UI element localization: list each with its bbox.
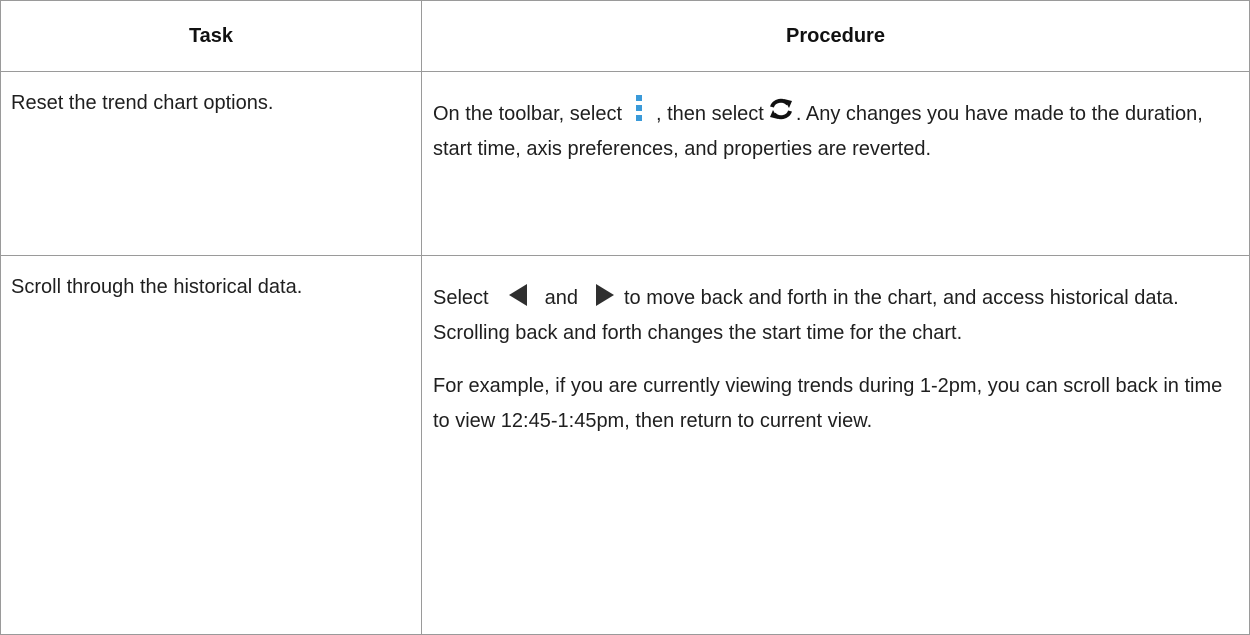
arrow-left-icon bbox=[507, 283, 529, 307]
procedure-paragraph: Select and to move back and forth in the c… bbox=[433, 281, 1239, 351]
arrow-right-icon bbox=[594, 283, 616, 307]
refresh-icon bbox=[768, 97, 794, 121]
table-row: Scroll through the historical data. Sele… bbox=[0, 255, 1250, 635]
task-cell: Reset the trend chart options. bbox=[0, 71, 422, 256]
procedure-paragraph-example: For example, if you are currently viewin… bbox=[433, 375, 1223, 432]
more-vertical-icon bbox=[632, 94, 646, 124]
table-row: Reset the trend chart options. On the to… bbox=[0, 71, 1250, 256]
procedure-cell: Select and to move back and forth in the c… bbox=[421, 255, 1250, 635]
procedure-table: Task Procedure Reset the trend chart opt… bbox=[0, 0, 1250, 635]
procedure-text-part1: On the toolbar, select bbox=[433, 103, 623, 125]
table-header-row: Task Procedure bbox=[0, 0, 1250, 72]
procedure-paragraph: On the toolbar, select, then select. Any… bbox=[433, 94, 1239, 167]
header-procedure: Procedure bbox=[421, 0, 1250, 72]
procedure-text-part2: , then select bbox=[656, 103, 764, 125]
header-task: Task bbox=[0, 0, 422, 72]
task-cell: Scroll through the historical data. bbox=[0, 255, 422, 635]
procedure-text-part1: Select bbox=[433, 287, 489, 309]
task-text: Scroll through the historical data. bbox=[11, 276, 303, 298]
task-text: Reset the trend chart options. bbox=[11, 92, 274, 114]
procedure-cell: On the toolbar, select, then select. Any… bbox=[421, 71, 1250, 256]
procedure-text-part2: and bbox=[544, 287, 578, 309]
